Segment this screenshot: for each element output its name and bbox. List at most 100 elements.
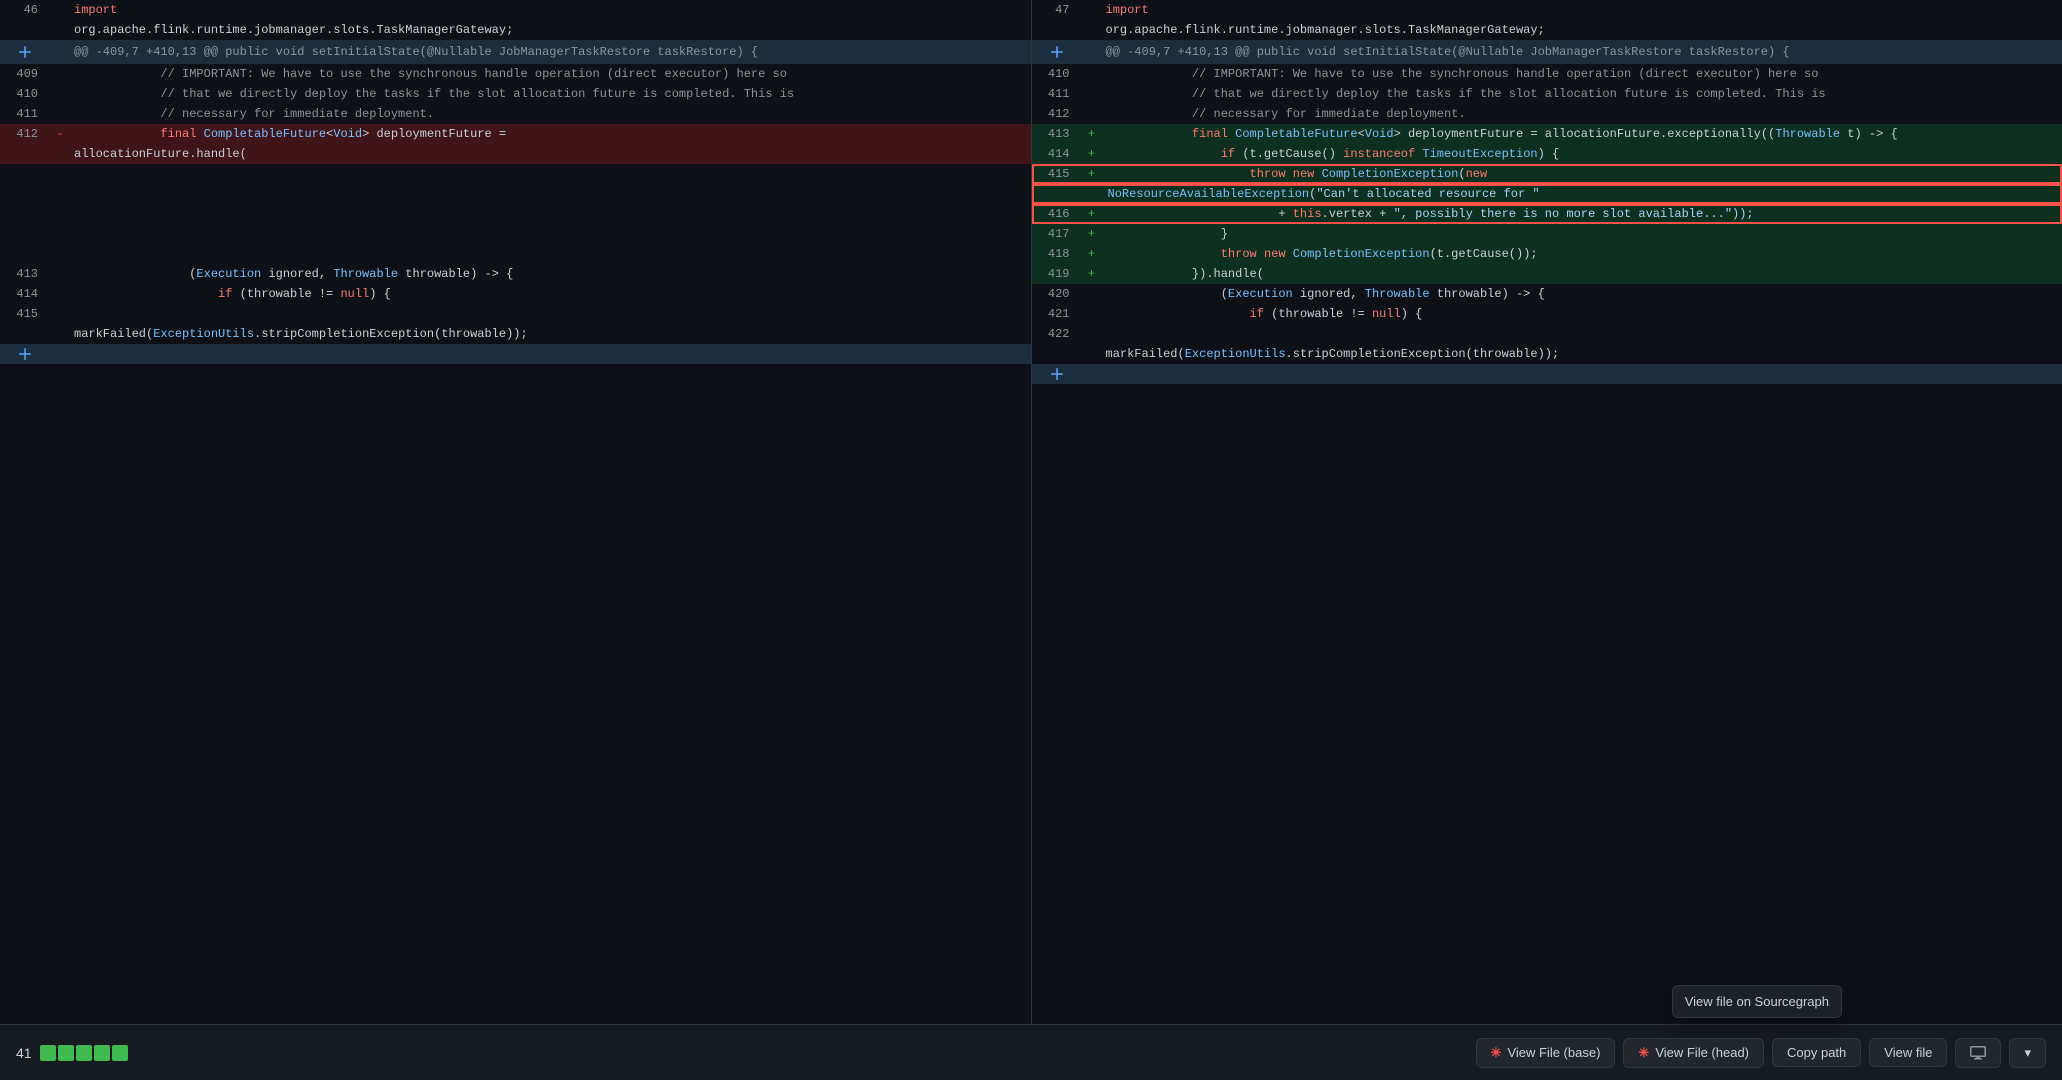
- line-number: 416: [1032, 204, 1082, 224]
- diff-line-added: 417 + }: [1032, 224, 2062, 244]
- view-file-button[interactable]: View file: [1869, 1038, 1947, 1067]
- line-number: 422: [1032, 324, 1082, 344]
- line-marker: [50, 184, 70, 204]
- line-content: if (t.getCause() instanceof TimeoutExcep…: [1102, 144, 2062, 164]
- line-marker: +: [1082, 124, 1102, 144]
- line-content: throw new CompletionException(new: [1102, 164, 2062, 184]
- diff-line: 412 // necessary for immediate deploymen…: [1032, 104, 2062, 124]
- line-marker: [50, 204, 70, 224]
- bottom-expand-left: [0, 344, 1031, 364]
- footer-right: ✳ View File (base) ✳ View File (head) Co…: [1476, 1038, 2046, 1068]
- copy-path-button[interactable]: Copy path: [1772, 1038, 1861, 1067]
- expand-icon-bottom-right[interactable]: [1032, 366, 1082, 382]
- line-content: [70, 224, 1031, 244]
- tooltip-text: View file on Sourcegraph: [1685, 994, 1829, 1009]
- line-content: [70, 184, 1031, 204]
- line-content: // that we directly deploy the tasks if …: [70, 84, 1031, 104]
- line-number: 414: [0, 284, 50, 304]
- diff-line: org.apache.flink.runtime.jobmanager.slot…: [0, 20, 1031, 40]
- line-content: final CompletableFuture<Void> deployment…: [1102, 124, 2062, 144]
- line-content: markFailed(ExceptionUtils.stripCompletio…: [1102, 344, 2062, 364]
- line-number: 409: [0, 64, 50, 84]
- line-number: [0, 244, 50, 264]
- hunk-header-left: @@ -409,7 +410,13 @@ public void setInit…: [0, 40, 1031, 64]
- monitor-icon: [1970, 1045, 1986, 1061]
- line-content: import: [1102, 0, 2062, 20]
- line-content: // IMPORTANT: We have to use the synchro…: [1102, 64, 2062, 84]
- line-number: [0, 204, 50, 224]
- diff-line-added-highlighted: 415 + throw new CompletionException(new: [1032, 164, 2062, 184]
- line-marker: [50, 0, 70, 20]
- view-file-base-label: View File (base): [1507, 1045, 1600, 1060]
- view-file-base-button[interactable]: ✳ View File (base): [1476, 1038, 1616, 1068]
- line-number: [0, 164, 50, 184]
- hunk-info: @@ -409,7 +410,13 @@ public void setInit…: [70, 42, 1031, 62]
- line-number: 410: [1032, 64, 1082, 84]
- diff-line: 410 // IMPORTANT: We have to use the syn…: [1032, 64, 2062, 84]
- diff-footer: View file on Sourcegraph 41 ✳ View File …: [0, 1024, 2062, 1080]
- chevron-button[interactable]: ▾: [2009, 1038, 2046, 1068]
- diff-line: 411 // that we directly deploy the tasks…: [1032, 84, 2062, 104]
- diff-line: 47 import: [1032, 0, 2062, 20]
- expand-icon-bottom[interactable]: [0, 346, 50, 362]
- additions-indicator: [40, 1045, 128, 1061]
- line-marker: [1082, 20, 1102, 40]
- line-number: 46: [0, 0, 50, 20]
- line-content: (Execution ignored, Throwable throwable)…: [70, 264, 1031, 284]
- left-diff-pane: 46 import org.apache.flink.runtime.jobma…: [0, 0, 1032, 1024]
- line-content: import: [70, 0, 1031, 20]
- diff-line: 410 // that we directly deploy the tasks…: [0, 84, 1031, 104]
- line-content: if (throwable != null) {: [1102, 304, 2062, 324]
- line-marker: [1082, 304, 1102, 324]
- line-content: if (throwable != null) {: [70, 284, 1031, 304]
- addition-block: [94, 1045, 110, 1061]
- line-content: // necessary for immediate deployment.: [1102, 104, 2062, 124]
- line-marker: [1082, 104, 1102, 124]
- line-number: 410: [0, 84, 50, 104]
- line-number: 420: [1032, 284, 1082, 304]
- line-marker: +: [1082, 144, 1102, 164]
- monitor-button[interactable]: [1955, 1038, 2001, 1068]
- diff-line: 422: [1032, 324, 2062, 344]
- expand-icon-right[interactable]: [1032, 44, 1082, 60]
- diff-line-added-highlighted-2: 416 + + this.vertex + ", possibly there …: [1032, 204, 2062, 224]
- line-number: [0, 184, 50, 204]
- line-marker: [50, 284, 70, 304]
- diff-line: 420 (Execution ignored, Throwable throwa…: [1032, 284, 2062, 304]
- chevron-down-icon: ▾: [2024, 1045, 2031, 1061]
- line-marker: [1082, 324, 1102, 344]
- line-marker: [50, 84, 70, 104]
- view-file-label: View file: [1884, 1045, 1932, 1060]
- view-file-head-label: View File (head): [1655, 1045, 1749, 1060]
- copy-path-label: Copy path: [1787, 1045, 1846, 1060]
- right-diff-pane: 47 import org.apache.flink.runtime.jobma…: [1032, 0, 2062, 1024]
- diff-line-added-highlighted-cont: NoResourceAvailableException("Can't allo…: [1032, 184, 2062, 204]
- line-content: allocationFuture.handle(: [70, 144, 1031, 164]
- line-number: 418: [1032, 244, 1082, 264]
- line-number: 417: [1032, 224, 1082, 244]
- diff-line-empty: [0, 164, 1031, 184]
- diff-line: 411 // necessary for immediate deploymen…: [0, 104, 1031, 124]
- line-number: 47: [1032, 0, 1082, 20]
- line-marker: [50, 224, 70, 244]
- diff-line-empty: [0, 244, 1031, 264]
- line-marker: [1082, 64, 1102, 84]
- addition-block: [76, 1045, 92, 1061]
- diff-line-empty: [0, 184, 1031, 204]
- line-number: 411: [0, 104, 50, 124]
- line-content: NoResourceAvailableException("Can't allo…: [1104, 184, 2061, 204]
- line-marker: [50, 20, 70, 40]
- line-content: [70, 204, 1031, 224]
- line-marker: [1082, 284, 1102, 304]
- line-number: [0, 144, 50, 164]
- footer-left: 41: [16, 1045, 128, 1061]
- line-marker: +: [1082, 244, 1102, 264]
- diff-line-added: 418 + throw new CompletionException(t.ge…: [1032, 244, 2062, 264]
- line-marker: +: [1082, 204, 1102, 224]
- line-marker: [50, 264, 70, 284]
- line-content: // necessary for immediate deployment.: [70, 104, 1031, 124]
- expand-icon[interactable]: [0, 44, 50, 60]
- addition-block: [58, 1045, 74, 1061]
- hunk-header-right: @@ -409,7 +410,13 @@ public void setInit…: [1032, 40, 2062, 64]
- view-file-head-button[interactable]: ✳ View File (head): [1623, 1038, 1764, 1068]
